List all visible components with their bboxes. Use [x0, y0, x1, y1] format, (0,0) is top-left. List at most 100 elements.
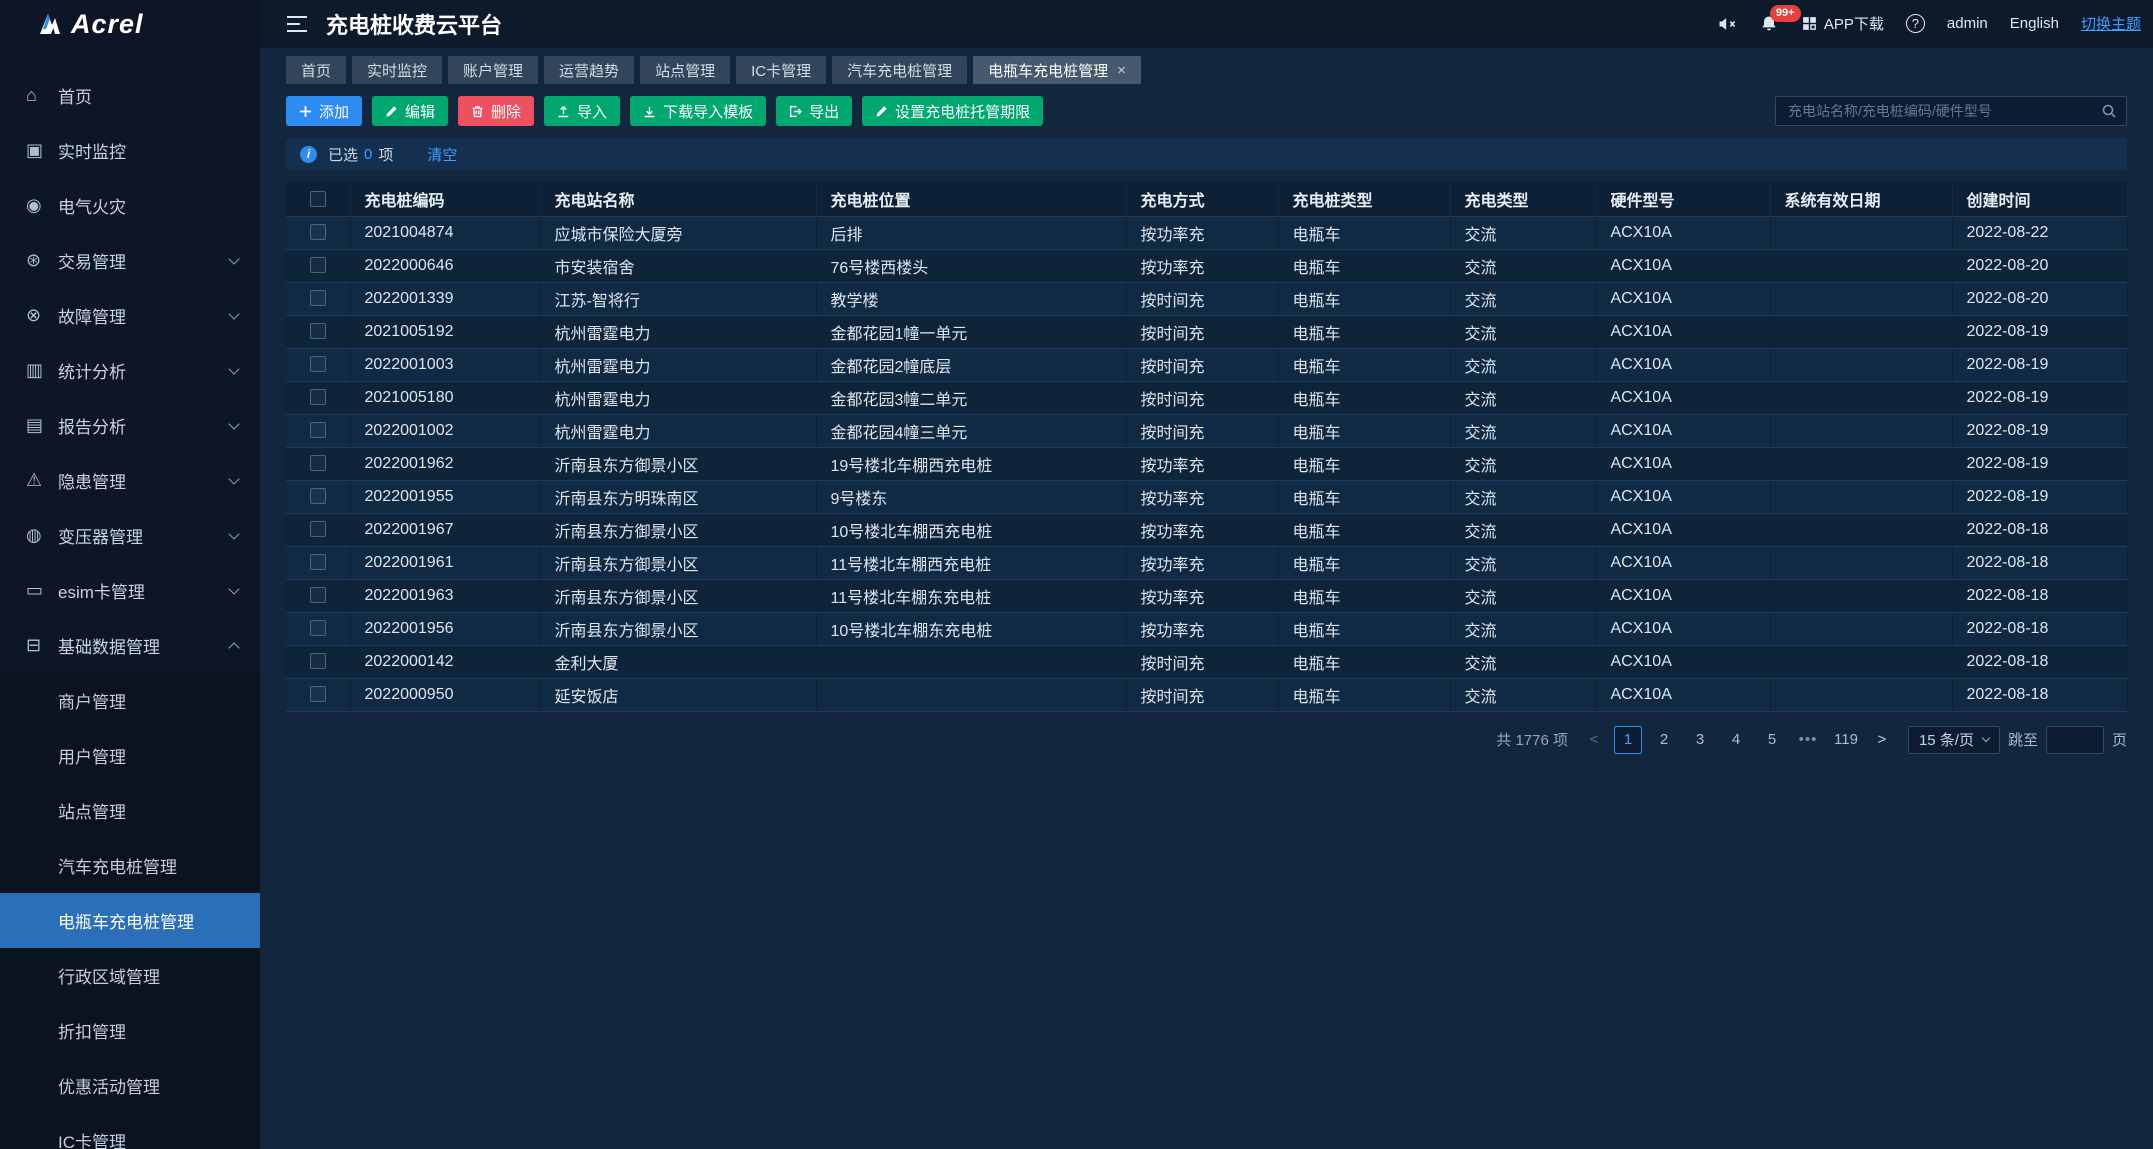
sidebar-subitem[interactable]: 优惠活动管理 [0, 1058, 260, 1113]
next-page-button[interactable]: > [1870, 726, 1894, 754]
cell-charge-method: 按时间充 [1126, 645, 1278, 678]
sidebar-item-home[interactable]: ⌂首页 [0, 68, 260, 123]
set-hosting-period-button[interactable]: 设置充电桩托管期限 [862, 96, 1043, 126]
sidebar-item-label: 变压器管理 [58, 523, 230, 548]
row-checkbox[interactable] [310, 323, 326, 339]
sidebar-subitem[interactable]: IC卡管理 [0, 1113, 260, 1149]
table-row[interactable]: 2022000646市安装宿舍76号楼西楼头按功率充电瓶车交流ACX10A202… [286, 249, 2127, 282]
sidebar-item-statistics[interactable]: ▥统计分析 [0, 343, 260, 398]
tab-item[interactable]: IC卡管理 [736, 56, 826, 84]
table-row[interactable]: 2022001967沂南县东方御景小区10号楼北车棚西充电桩按功率充电瓶车交流A… [286, 513, 2127, 546]
page-button[interactable]: 3 [1686, 726, 1714, 754]
notifications-button[interactable]: 99+ [1759, 14, 1779, 34]
table-row[interactable]: 2022001961沂南县东方御景小区11号楼北车棚西充电桩按功率充电瓶车交流A… [286, 546, 2127, 579]
edit-button[interactable]: 编辑 [372, 96, 448, 126]
sidebar-item-electric-fire[interactable]: ◉电气火灾 [0, 178, 260, 233]
cell-charge-type: 交流 [1450, 579, 1596, 612]
page-button[interactable]: 119 [1830, 726, 1862, 754]
row-checkbox[interactable] [310, 257, 326, 273]
cell-charge-type: 交流 [1450, 282, 1596, 315]
cell-location: 11号楼北车棚东充电桩 [816, 579, 1126, 612]
sidebar-item-base-data[interactable]: ⊟基础数据管理 [0, 618, 260, 673]
tab-item[interactable]: 实时监控 [352, 56, 442, 84]
page-button[interactable]: 5 [1758, 726, 1786, 754]
table-row[interactable]: 2021005192杭州雷霆电力金都花园1幢一单元按时间充电瓶车交流ACX10A… [286, 315, 2127, 348]
cell-created-time: 2022-08-19 [1952, 480, 2127, 513]
help-icon[interactable]: ? [1906, 14, 1925, 33]
jump-page-input[interactable] [2046, 726, 2104, 754]
sidebar-item-report[interactable]: ▤报告分析 [0, 398, 260, 453]
page-button[interactable]: 4 [1722, 726, 1750, 754]
sidebar-subitem[interactable]: 用户管理 [0, 728, 260, 783]
export-button[interactable]: 导出 [776, 96, 852, 126]
delete-button[interactable]: 删除 [458, 96, 534, 126]
tab-item[interactable]: 运营趋势 [544, 56, 634, 84]
row-checkbox[interactable] [310, 554, 326, 570]
row-checkbox[interactable] [310, 422, 326, 438]
app-download-button[interactable]: APP下载 [1801, 13, 1884, 34]
tab-item[interactable]: 账户管理 [448, 56, 538, 84]
table-row[interactable]: 2022001955沂南县东方明珠南区9号楼东按功率充电瓶车交流ACX10A20… [286, 480, 2127, 513]
row-checkbox[interactable] [310, 521, 326, 537]
table-row[interactable]: 2021005180杭州雷霆电力金都花园3幢二单元按时间充电瓶车交流ACX10A… [286, 381, 2127, 414]
collapse-sidebar-icon[interactable] [286, 15, 308, 33]
sidebar-item-fault[interactable]: ⊗故障管理 [0, 288, 260, 343]
search-icon[interactable] [2101, 103, 2117, 124]
selection-bar: i 已选 0 项 清空 [286, 138, 2127, 170]
close-tab-icon[interactable]: × [1117, 62, 1126, 79]
sidebar-item-realtime-monitor[interactable]: ▣实时监控 [0, 123, 260, 178]
tab-item[interactable]: 汽车充电桩管理 [832, 56, 967, 84]
page-button[interactable]: 2 [1650, 726, 1678, 754]
sidebar-item-esim-card[interactable]: ▭esim卡管理 [0, 563, 260, 618]
sidebar-subitem[interactable]: 站点管理 [0, 783, 260, 838]
table-row[interactable]: 2021004874应城市保险大厦旁后排按功率充电瓶车交流ACX10A2022-… [286, 216, 2127, 249]
table-row[interactable]: 2022001339江苏-智将行教学楼按时间充电瓶车交流ACX10A2022-0… [286, 282, 2127, 315]
page-ellipsis[interactable]: ••• [1794, 726, 1822, 754]
select-all-checkbox[interactable] [310, 191, 326, 207]
download-template-button[interactable]: 下载导入模板 [630, 96, 766, 126]
row-checkbox[interactable] [310, 356, 326, 372]
cell-pile-type: 电瓶车 [1278, 282, 1450, 315]
sidebar-item-transformer[interactable]: ◍变压器管理 [0, 508, 260, 563]
jump-suffix: 页 [2112, 729, 2127, 750]
row-checkbox[interactable] [310, 587, 326, 603]
table-row[interactable]: 2022000950延安饭店按时间充电瓶车交流ACX10A2022-08-18 [286, 678, 2127, 711]
page-button[interactable]: 1 [1614, 726, 1642, 754]
row-checkbox[interactable] [310, 224, 326, 240]
row-checkbox[interactable] [310, 620, 326, 636]
search-input[interactable] [1775, 96, 2127, 126]
table-row[interactable]: 2022000142金利大厦按时间充电瓶车交流ACX10A2022-08-18 [286, 645, 2127, 678]
table-row[interactable]: 2022001963沂南县东方御景小区11号楼北车棚东充电桩按功率充电瓶车交流A… [286, 579, 2127, 612]
sidebar-subitem[interactable]: 电瓶车充电桩管理 [0, 893, 260, 948]
language-switch[interactable]: English [2010, 15, 2059, 32]
mute-icon[interactable] [1717, 14, 1737, 34]
page-size-select[interactable]: 15 条/页 [1908, 726, 2000, 754]
table-row[interactable]: 2022001956沂南县东方御景小区10号楼北车棚东充电桩按功率充电瓶车交流A… [286, 612, 2127, 645]
row-checkbox[interactable] [310, 488, 326, 504]
table-row[interactable]: 2022001962沂南县东方御景小区19号楼北车棚西充电桩按功率充电瓶车交流A… [286, 447, 2127, 480]
theme-switch-link[interactable]: 切换主题 [2081, 13, 2141, 34]
table-row[interactable]: 2022001002杭州雷霆电力金都花园4幢三单元按时间充电瓶车交流ACX10A… [286, 414, 2127, 447]
tab-item[interactable]: 站点管理 [640, 56, 730, 84]
cell-valid-date [1770, 579, 1952, 612]
sidebar-subitem[interactable]: 行政区域管理 [0, 948, 260, 1003]
sidebar-subitem[interactable]: 折扣管理 [0, 1003, 260, 1058]
tab-active[interactable]: 电瓶车充电桩管理× [973, 56, 1141, 84]
row-checkbox[interactable] [310, 686, 326, 702]
sidebar-subitem[interactable]: 商户管理 [0, 673, 260, 728]
sidebar-item-hazard[interactable]: ⚠隐患管理 [0, 453, 260, 508]
row-checkbox[interactable] [310, 455, 326, 471]
prev-page-button[interactable]: < [1582, 726, 1606, 754]
tab-item[interactable]: 首页 [286, 56, 346, 84]
import-button[interactable]: 导入 [544, 96, 620, 126]
sidebar-item-transaction[interactable]: ⊛交易管理 [0, 233, 260, 288]
user-menu[interactable]: admin [1947, 15, 1988, 32]
row-checkbox[interactable] [310, 290, 326, 306]
row-checkbox[interactable] [310, 653, 326, 669]
clear-selection-link[interactable]: 清空 [427, 144, 457, 165]
table-row[interactable]: 2022001003杭州雷霆电力金都花园2幢底层按时间充电瓶车交流ACX10A2… [286, 348, 2127, 381]
add-button[interactable]: 添加 [286, 96, 362, 126]
row-checkbox[interactable] [310, 389, 326, 405]
sidebar-subitem[interactable]: 汽车充电桩管理 [0, 838, 260, 893]
cell-charge-method: 按时间充 [1126, 282, 1278, 315]
